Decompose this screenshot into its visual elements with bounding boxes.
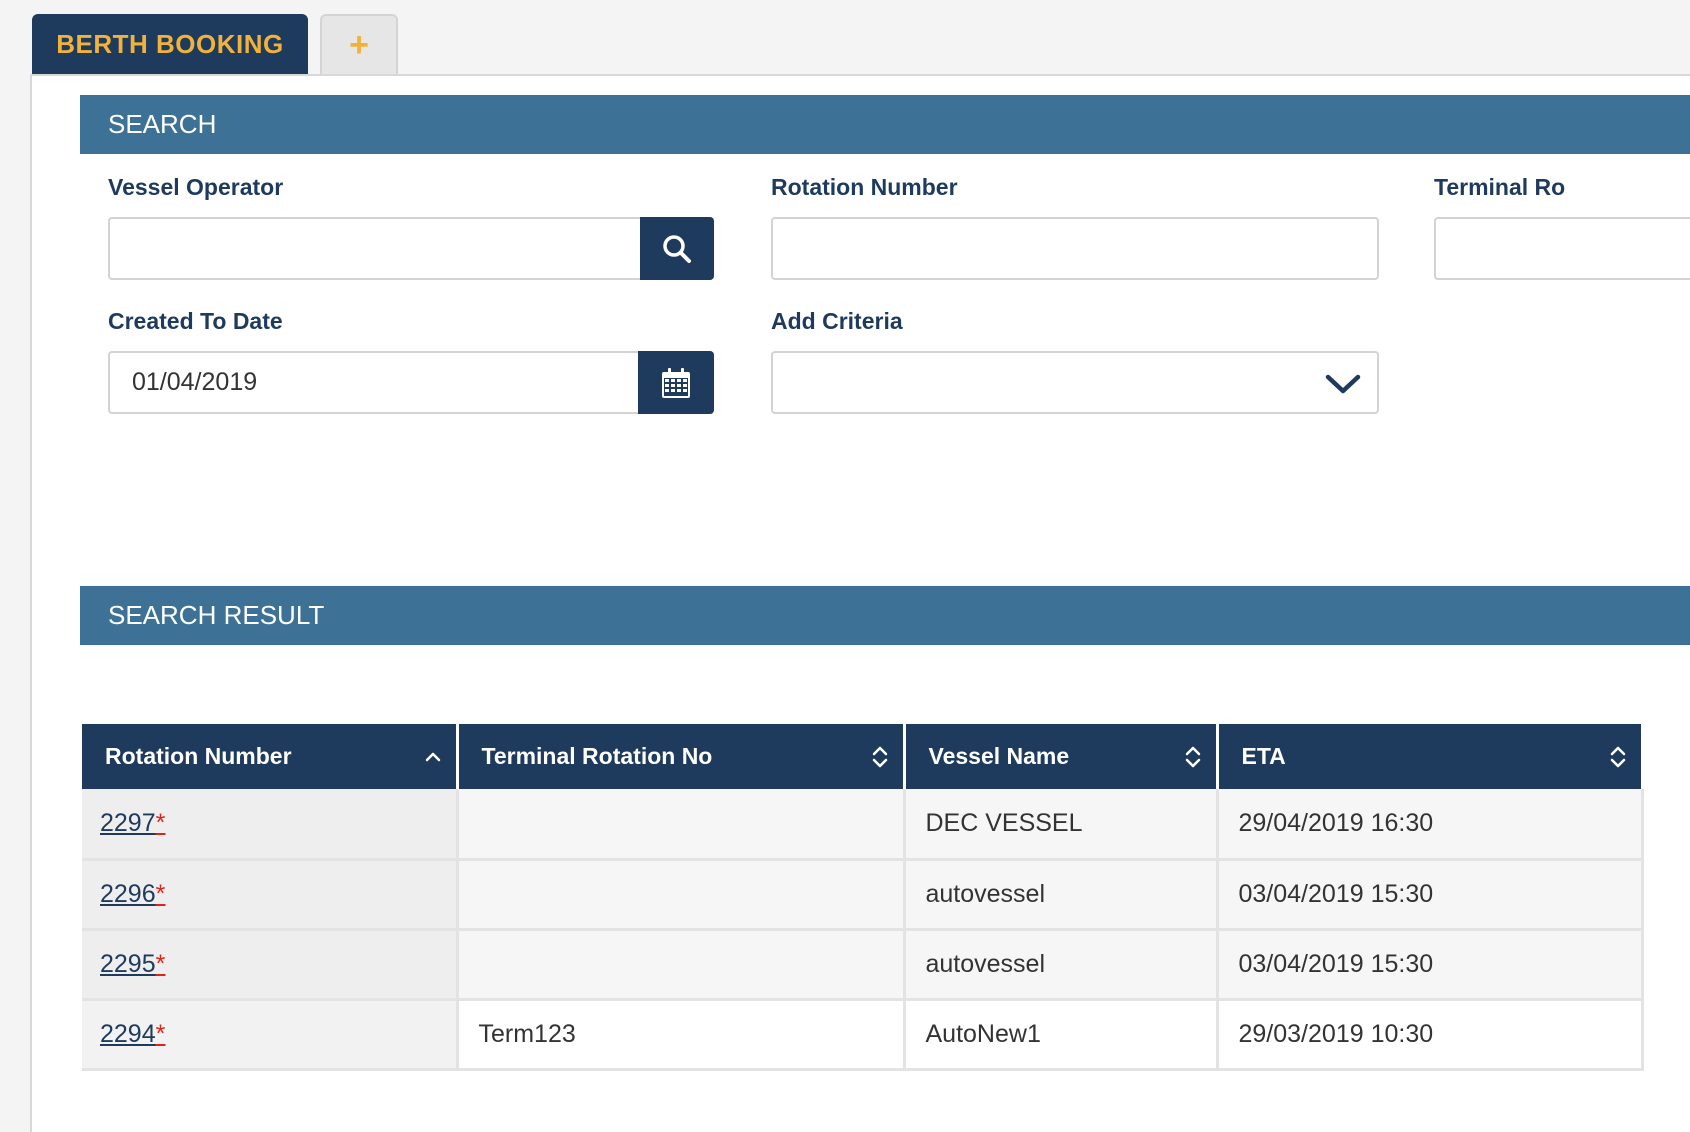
eta-cell: 29/03/2019 10:30 [1217, 999, 1644, 1071]
vessel-operator-input[interactable] [108, 217, 642, 280]
rotation-number-cell: 2294* [82, 999, 459, 1071]
rotation-number-label: Rotation Number [771, 174, 958, 200]
eta-cell: 03/04/2019 15:30 [1217, 929, 1644, 1001]
amended-flag: * [155, 1019, 166, 1048]
rotation-number-cell: 2295* [82, 929, 459, 1001]
search-section-header: SEARCH [80, 95, 1690, 154]
search-section-title: SEARCH [108, 109, 217, 139]
column-header-terminal-rotation-no[interactable]: Terminal Rotation No [457, 724, 906, 789]
created-to-date-label: Created To Date [108, 308, 283, 334]
column-header-label: Rotation Number [105, 743, 292, 769]
vessel-name-cell: DEC VESSEL [904, 789, 1219, 861]
sort-icon[interactable] [871, 744, 889, 770]
add-criteria-select[interactable] [771, 351, 1379, 414]
table-row[interactable]: 2297* DEC VESSEL 29/04/2019 16:30 [82, 789, 1644, 861]
add-tab-button[interactable]: + [320, 14, 398, 75]
calendar-icon [662, 367, 690, 398]
terminal-rotation-cell [457, 789, 906, 861]
rotation-number-cell: 2296* [82, 859, 459, 931]
rotation-number-link[interactable]: 2295* [100, 950, 165, 978]
terminal-rotation-cell: Term123 [457, 999, 906, 1071]
terminal-rotation-label: Terminal Ro [1434, 174, 1566, 200]
add-criteria-label: Add Criteria [771, 308, 903, 334]
column-header-vessel-name[interactable]: Vessel Name [904, 724, 1219, 789]
vessel-operator-label: Vessel Operator [108, 174, 284, 200]
tab-berth-booking[interactable]: BERTH BOOKING [32, 14, 308, 75]
sort-icon[interactable] [1609, 744, 1627, 770]
terminal-rotation-cell [457, 929, 906, 1001]
chevron-down-icon [1325, 374, 1361, 394]
search-result-section-header: SEARCH RESULT [80, 586, 1690, 645]
column-header-label: Terminal Rotation No [481, 743, 713, 769]
sort-icon[interactable] [1184, 744, 1202, 770]
amended-flag: * [155, 949, 166, 978]
vessel-operator-search-button[interactable] [640, 217, 714, 280]
column-header-rotation-number[interactable]: Rotation Number [82, 724, 459, 789]
rotation-number-cell: 2297* [82, 789, 459, 861]
terminal-rotation-input[interactable] [1434, 217, 1690, 280]
sort-ascending-icon[interactable] [424, 744, 442, 770]
main-panel: SEARCH Vessel Operator Rotation Number T… [30, 74, 1690, 1132]
rotation-number-link[interactable]: 2294* [100, 1020, 165, 1048]
search-icon [663, 234, 691, 263]
vessel-name-cell: autovessel [904, 859, 1219, 931]
results-table: Rotation Number Terminal Rotation No Ves… [82, 724, 1644, 1071]
terminal-rotation-cell [457, 859, 906, 931]
rotation-number-link[interactable]: 2296* [100, 880, 165, 908]
table-row[interactable]: 2294* Term123 AutoNew1 29/03/2019 10:30 [82, 999, 1644, 1071]
vessel-name-cell: autovessel [904, 929, 1219, 1001]
eta-cell: 29/04/2019 16:30 [1217, 789, 1644, 861]
column-header-label: Vessel Name [928, 743, 1070, 769]
amended-flag: * [155, 808, 166, 837]
plus-icon: + [349, 26, 369, 64]
rotation-number-input[interactable] [771, 217, 1379, 280]
table-row[interactable]: 2296* autovessel 03/04/2019 15:30 [82, 859, 1644, 931]
amended-flag: * [155, 879, 166, 908]
table-row[interactable]: 2295* autovessel 03/04/2019 15:30 [82, 929, 1644, 1001]
vessel-name-cell: AutoNew1 [904, 999, 1219, 1071]
eta-cell: 03/04/2019 15:30 [1217, 859, 1644, 931]
search-result-section-title: SEARCH RESULT [108, 600, 325, 630]
created-to-date-input[interactable]: 01/04/2019 [108, 351, 640, 414]
rotation-number-link[interactable]: 2297* [100, 809, 165, 837]
table-header-row: Rotation Number Terminal Rotation No Ves… [82, 724, 1644, 789]
column-header-label: ETA [1241, 743, 1286, 769]
column-header-eta[interactable]: ETA [1217, 724, 1644, 789]
date-picker-button[interactable] [638, 351, 714, 414]
